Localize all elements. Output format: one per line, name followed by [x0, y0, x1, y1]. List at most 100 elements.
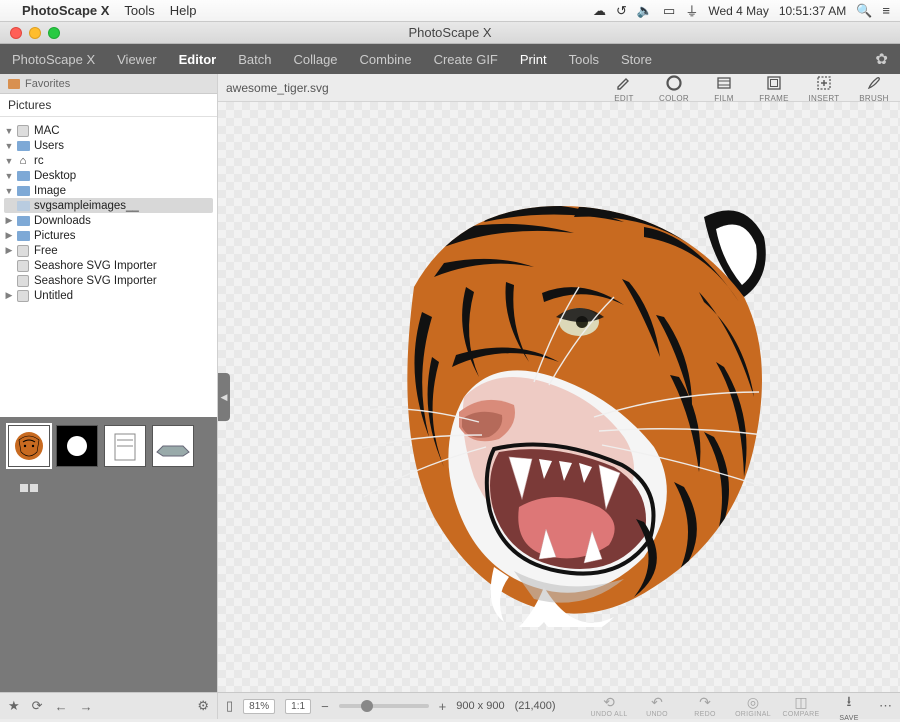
- compare-icon: ◫: [794, 694, 807, 711]
- grid-view-button[interactable]: [8, 477, 50, 499]
- tab-store[interactable]: Store: [621, 52, 652, 67]
- tree-item-seashore-svg-importer[interactable]: Seashore SVG Importer: [4, 258, 213, 273]
- star-icon[interactable]: ★: [8, 698, 20, 714]
- insert-icon: [814, 73, 834, 93]
- canvas-viewport[interactable]: ◀: [218, 102, 900, 692]
- more-icon[interactable]: ⋯: [879, 698, 892, 714]
- folder-icon: [16, 185, 30, 197]
- tool-frame-button[interactable]: FRAME: [756, 73, 792, 103]
- menubar-date[interactable]: Wed 4 May: [708, 4, 768, 18]
- disclosure-triangle-icon[interactable]: ▶: [4, 290, 14, 301]
- save-button[interactable]: ⭳SAVE: [829, 691, 869, 722]
- volume-icon[interactable]: 🔈: [637, 3, 653, 19]
- fullscreen-window-button[interactable]: [48, 27, 60, 39]
- undo-all-button[interactable]: ⟲UNDO ALL: [589, 694, 629, 718]
- tree-item-downloads[interactable]: ▶Downloads: [4, 213, 213, 228]
- button-label: REDO: [694, 711, 715, 718]
- window-titlebar: PhotoScape X: [0, 22, 900, 44]
- disk-icon: [16, 290, 30, 302]
- tree-item-untitled[interactable]: ▶Untitled: [4, 288, 213, 303]
- tab-print[interactable]: Print: [520, 52, 547, 67]
- disclosure-triangle-icon[interactable]: ▼: [4, 156, 14, 166]
- bottom-gear-icon[interactable]: ⚙: [197, 698, 209, 714]
- menu-tools[interactable]: Tools: [124, 3, 154, 18]
- zoom-out-icon[interactable]: −: [321, 699, 329, 714]
- thumbnail-tiger[interactable]: [8, 425, 50, 467]
- refresh-icon[interactable]: ⟳: [32, 698, 43, 714]
- tree-item-mac[interactable]: ▼MAC: [4, 123, 213, 138]
- tab-collage[interactable]: Collage: [293, 52, 337, 67]
- spotlight-icon[interactable]: 🔍: [856, 3, 872, 19]
- tree-item-label: Pictures: [34, 230, 76, 242]
- tool-edit-button[interactable]: EDIT: [606, 73, 642, 103]
- home-icon: ⌂: [16, 155, 30, 167]
- cloud-icon[interactable]: ☁︎: [593, 3, 606, 19]
- display-icon[interactable]: ▭: [663, 3, 675, 19]
- fit-icon[interactable]: ▯: [226, 698, 233, 714]
- thumbnail-3[interactable]: [104, 425, 146, 467]
- tree-item-label: Seashore SVG Importer: [34, 260, 157, 272]
- redo-button[interactable]: ↷REDO: [685, 694, 725, 718]
- tab-tools[interactable]: Tools: [569, 52, 599, 67]
- zoom-slider[interactable]: [339, 704, 429, 708]
- disk-icon: [16, 260, 30, 272]
- favorites-header[interactable]: Favorites: [0, 74, 217, 94]
- tree-item-desktop[interactable]: ▼Desktop: [4, 168, 213, 183]
- disk-icon: [16, 275, 30, 287]
- back-icon[interactable]: ←: [55, 699, 68, 714]
- disclosure-triangle-icon[interactable]: ▶: [4, 245, 14, 256]
- thumbnail-4[interactable]: [152, 425, 194, 467]
- undo-button[interactable]: ↶UNDO: [637, 694, 677, 718]
- tree-item-image[interactable]: ▼Image: [4, 183, 213, 198]
- menubar-time[interactable]: 10:51:37 AM: [779, 4, 846, 18]
- tree-item-seashore-svg-importer[interactable]: Seashore SVG Importer: [4, 273, 213, 288]
- tab-creategif[interactable]: Create GIF: [434, 52, 498, 67]
- sidebar-collapse-handle[interactable]: ◀: [218, 373, 230, 421]
- pictures-header[interactable]: Pictures: [0, 94, 217, 117]
- menu-icon[interactable]: ≡: [882, 3, 890, 18]
- tab-photoscape[interactable]: PhotoScape X: [12, 52, 95, 67]
- window-title: PhotoScape X: [0, 25, 900, 40]
- zoom-ratio[interactable]: 1:1: [285, 699, 311, 714]
- wifi-icon[interactable]: ⏚: [685, 1, 698, 20]
- tool-color-button[interactable]: COLOR: [656, 73, 692, 103]
- folder-icon: [8, 79, 20, 89]
- tree-item-free[interactable]: ▶Free: [4, 243, 213, 258]
- sync-icon[interactable]: ↺: [616, 3, 627, 19]
- canvas-header: awesome_tiger.svg EDITCOLORFILMFRAMEINSE…: [218, 74, 900, 102]
- disclosure-triangle-icon[interactable]: ▼: [4, 171, 14, 181]
- tab-editor[interactable]: Editor: [179, 52, 217, 67]
- tool-film-button[interactable]: FILM: [706, 73, 742, 103]
- forward-icon[interactable]: →: [80, 699, 93, 714]
- tree-item-users[interactable]: ▼Users: [4, 138, 213, 153]
- zoom-in-icon[interactable]: +: [439, 699, 447, 714]
- film-icon: [714, 73, 734, 93]
- zoom-percent[interactable]: 81%: [243, 699, 275, 714]
- settings-gear-icon[interactable]: ✿: [875, 50, 888, 68]
- folder-icon: [16, 170, 30, 182]
- button-label: COMPARE: [783, 711, 820, 718]
- tool-brush-button[interactable]: BRUSH: [856, 73, 892, 103]
- disclosure-triangle-icon[interactable]: ▶: [4, 215, 14, 226]
- minimize-window-button[interactable]: [29, 27, 41, 39]
- tab-batch[interactable]: Batch: [238, 52, 271, 67]
- close-window-button[interactable]: [10, 27, 22, 39]
- tab-combine[interactable]: Combine: [360, 52, 412, 67]
- disclosure-triangle-icon[interactable]: ▼: [4, 186, 14, 196]
- thumbnail-2[interactable]: [56, 425, 98, 467]
- image-preview: [344, 167, 774, 627]
- tree-item-svgsampleimages-[interactable]: svgsampleimages__: [4, 198, 213, 213]
- status-bar: ★ ⟳ ← → ⚙ ▯ 81% 1:1 − + 900 x 900 (21,40…: [0, 692, 900, 719]
- disclosure-triangle-icon[interactable]: ▼: [4, 126, 14, 136]
- tool-insert-button[interactable]: INSERT: [806, 73, 842, 103]
- tree-item-pictures[interactable]: ▶ Pictures: [4, 228, 213, 243]
- menu-help[interactable]: Help: [170, 3, 197, 18]
- compare-button[interactable]: ◫COMPARE: [781, 694, 821, 718]
- tab-viewer[interactable]: Viewer: [117, 52, 157, 67]
- menu-app[interactable]: PhotoScape X: [22, 3, 109, 18]
- disclosure-triangle-icon[interactable]: ▼: [4, 141, 14, 151]
- tree-item-rc[interactable]: ▼⌂rc: [4, 153, 213, 168]
- thumbnail-strip: [0, 417, 217, 692]
- original-button[interactable]: ◎ORIGINAL: [733, 694, 773, 718]
- disclosure-triangle-icon[interactable]: ▶: [4, 230, 14, 241]
